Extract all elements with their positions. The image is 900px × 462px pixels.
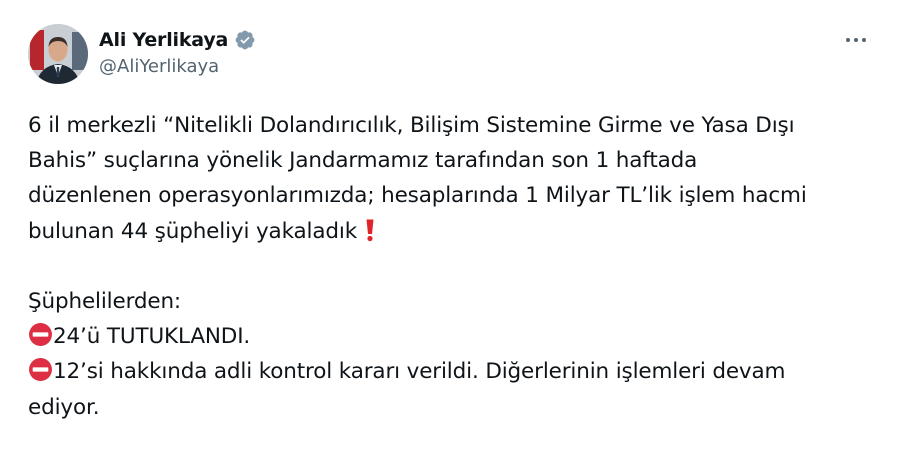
no-entry-icon xyxy=(28,357,53,393)
avatar-image xyxy=(28,24,88,84)
more-options-icon[interactable] xyxy=(838,26,874,54)
list-item: 24’ü TUTUKLANDI. xyxy=(28,319,874,354)
verified-badge-icon xyxy=(234,29,256,51)
text-line: ediyor. xyxy=(28,394,100,420)
text-segment: bulunan 44 şüpheliyi yakaladık xyxy=(28,218,364,244)
text-line: Şüphelilerden: xyxy=(28,288,182,314)
exclamation-icon xyxy=(364,218,376,253)
display-name[interactable]: Ali Yerlikaya xyxy=(99,29,228,51)
list-item-text: 12’si hakkında adli kontrol kararı veril… xyxy=(53,359,786,385)
tweet-header: Ali Yerlikaya @AliYerlikaya xyxy=(28,24,874,88)
list-item-text: 24’ü TUTUKLANDI. xyxy=(53,324,251,350)
author-names: Ali Yerlikaya @AliYerlikaya xyxy=(99,27,256,77)
text-line: 6 il merkezli “Nitelikli Dolandırıcılık,… xyxy=(28,113,795,138)
text-line: Bahis” suçlarına yönelik Jandarmamız tar… xyxy=(28,148,698,174)
list-item: 12’si hakkında adli kontrol kararı veril… xyxy=(28,354,874,389)
text-line: bulunan 44 şüpheliyi yakaladık xyxy=(28,214,874,249)
text-line: düzenlenen operasyonlarımızda; hesapları… xyxy=(28,183,807,209)
no-entry-icon xyxy=(28,322,53,358)
tweet-text: 6 il merkezli “Nitelikli Dolandırıcılık,… xyxy=(28,108,874,425)
handle[interactable]: @AliYerlikaya xyxy=(99,56,256,77)
avatar[interactable] xyxy=(28,24,88,84)
